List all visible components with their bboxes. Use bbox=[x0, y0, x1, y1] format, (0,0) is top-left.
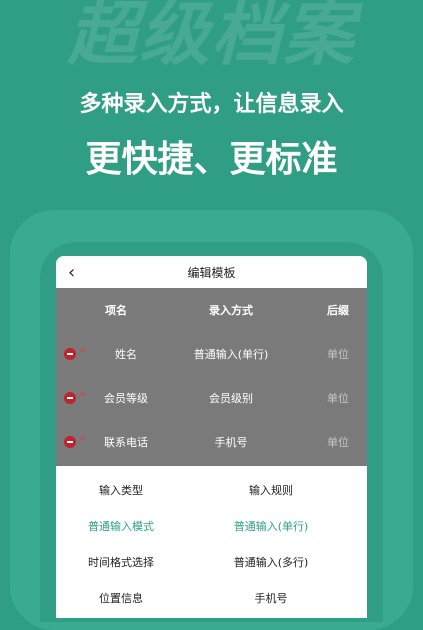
field-name: 联系电话 bbox=[104, 436, 148, 449]
column-header-name: 项名 bbox=[105, 304, 127, 317]
promo-subheadline: 更快捷、更标准 bbox=[85, 139, 338, 180]
table-header: 项名 录入方式 后缀 bbox=[56, 302, 367, 320]
picker-column-label-rule: 输入规则 bbox=[249, 484, 293, 497]
input-rule-option[interactable]: 普通输入(多行) bbox=[206, 554, 336, 570]
picker-header: 输入类型 输入规则 bbox=[56, 482, 367, 500]
remove-icon[interactable] bbox=[64, 392, 76, 404]
field-method[interactable]: 会员级别 bbox=[176, 390, 286, 406]
input-type-picker: 输入类型 输入规则 普通输入模式 普通输入(单行) 时间格式选择 普通输入(多行… bbox=[56, 466, 367, 618]
phone-screen: ‹ 编辑模板 项名 录入方式 后缀 * 姓名 普通输入(单行) 单位 * 会员等… bbox=[56, 256, 367, 618]
field-suffix[interactable]: 单位 bbox=[318, 390, 358, 406]
field-method[interactable]: 手机号 bbox=[176, 434, 286, 450]
input-type-option[interactable]: 时间格式选择 bbox=[66, 554, 176, 570]
top-bar: ‹ 编辑模板 bbox=[56, 256, 367, 288]
table-row[interactable]: * 联系电话 手机号 单位 bbox=[56, 434, 367, 452]
page-title: 编辑模板 bbox=[187, 266, 236, 280]
picker-option[interactable]: 时间格式选择 普通输入(多行) bbox=[56, 554, 367, 572]
input-type-option[interactable]: 普通输入模式 bbox=[66, 518, 176, 534]
background-watermark-text: 超级档案 bbox=[67, 0, 356, 75]
picker-option[interactable]: 位置信息 手机号 bbox=[56, 590, 367, 608]
picker-option[interactable]: 普通输入模式 普通输入(单行) bbox=[56, 518, 367, 536]
input-type-option[interactable]: 位置信息 bbox=[66, 590, 176, 606]
input-rule-option[interactable]: 普通输入(单行) bbox=[206, 518, 336, 534]
column-header-method: 录入方式 bbox=[209, 304, 253, 317]
field-suffix[interactable]: 单位 bbox=[318, 434, 358, 450]
field-method[interactable]: 普通输入(单行) bbox=[176, 346, 286, 362]
remove-icon[interactable] bbox=[64, 436, 76, 448]
template-table: 项名 录入方式 后缀 * 姓名 普通输入(单行) 单位 * 会员等级 会员级别 … bbox=[56, 288, 367, 466]
field-name: 会员等级 bbox=[104, 392, 148, 405]
table-row[interactable]: * 姓名 普通输入(单行) 单位 bbox=[56, 346, 367, 364]
table-row[interactable]: * 会员等级 会员级别 单位 bbox=[56, 390, 367, 408]
field-name: 姓名 bbox=[115, 348, 137, 361]
column-header-suffix: 后缀 bbox=[327, 304, 349, 317]
field-suffix[interactable]: 单位 bbox=[318, 346, 358, 362]
remove-icon[interactable] bbox=[64, 348, 76, 360]
promo-headline: 多种录入方式，让信息录入 bbox=[79, 92, 344, 117]
input-rule-option[interactable]: 手机号 bbox=[206, 590, 336, 606]
picker-column-label-type: 输入类型 bbox=[99, 484, 143, 497]
